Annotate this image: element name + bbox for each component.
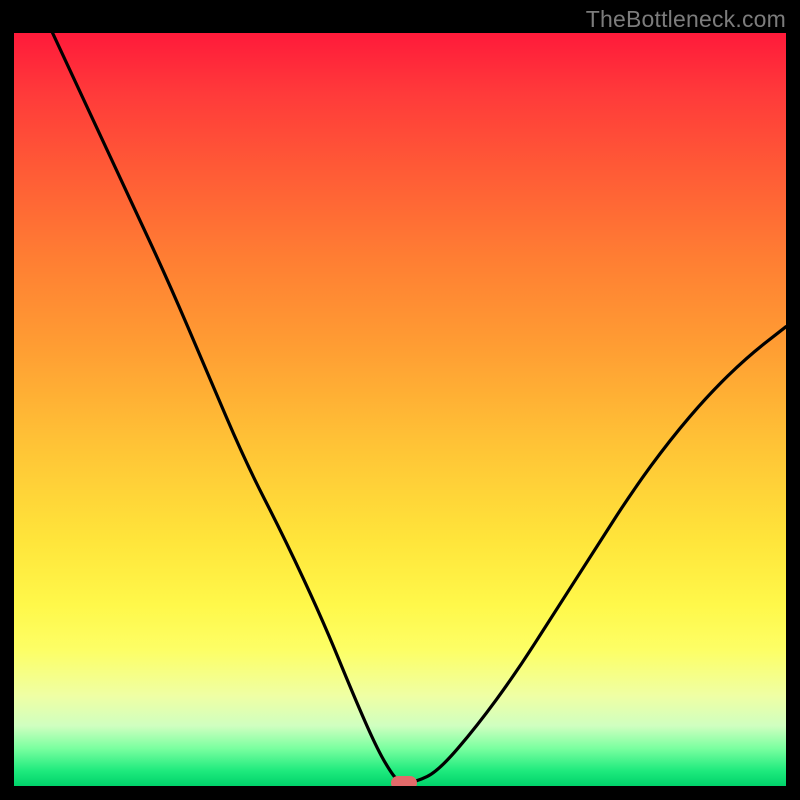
bottleneck-curve — [53, 33, 786, 782]
watermark-text: TheBottleneck.com — [586, 6, 786, 33]
plot-area — [14, 33, 786, 786]
curve-svg — [14, 33, 786, 786]
chart-frame — [14, 33, 786, 786]
optimal-point-marker — [391, 776, 417, 786]
